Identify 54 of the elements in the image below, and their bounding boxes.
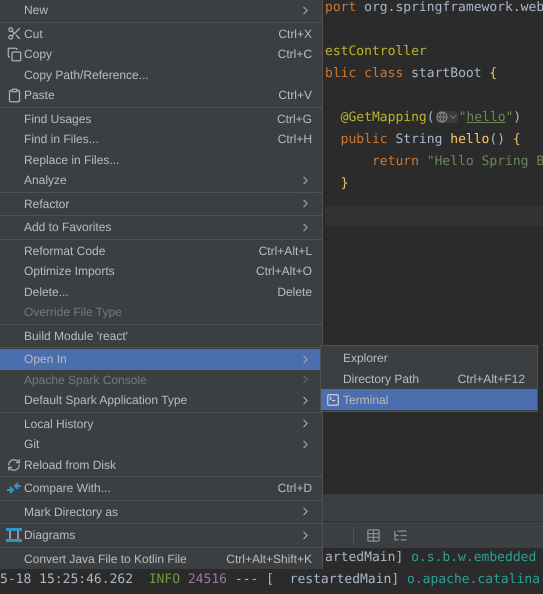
reload-icon — [7, 458, 21, 472]
shortcut-label: Ctrl+C — [278, 46, 312, 64]
shortcut-label: Ctrl+G — [276, 110, 312, 128]
console-line: 5-18 15:25:46.262 INFO 24516 --- [ restartedMain] o.apache.catalina — [0, 571, 542, 589]
menu-item[interactable]: Local History — [0, 414, 322, 434]
menu-item[interactable]: Compare With... Ctrl+D — [0, 478, 322, 498]
shortcut-label: Ctrl+X — [278, 26, 312, 43]
menu-item[interactable]: Analyze — [0, 170, 322, 190]
scissors-icon — [6, 26, 22, 42]
code-line: estController — [325, 43, 428, 61]
menu-item[interactable]: Add to Favorites — [0, 217, 322, 238]
copy-icon — [6, 46, 22, 62]
code-line: } — [340, 175, 350, 193]
menu-item[interactable]: Convert Java File to Kotlin File Ctrl+Alt+Shift+K — [0, 548, 322, 569]
menu-item[interactable]: Replace in Files... — [0, 150, 322, 170]
code-line: public String hello() { — [340, 131, 522, 149]
shortcut-label: Ctrl+Alt+F12 — [458, 370, 525, 388]
menu-item[interactable]: Reload from Disk — [0, 454, 322, 475]
menu-item[interactable]: Build Module 'react' — [0, 326, 322, 346]
shortcut-label: Ctrl+Alt+L — [258, 242, 312, 260]
shortcut-label: Delete — [277, 284, 312, 301]
list-icon[interactable] — [393, 528, 408, 542]
menu-item[interactable]: New — [0, 0, 322, 20]
submenu-item[interactable]: Directory Path Ctrl+Alt+F12 — [321, 368, 537, 389]
shortcut-label: Ctrl+H — [278, 131, 312, 148]
menu-item[interactable]: Git — [0, 434, 322, 454]
menu-item[interactable]: Mark Directory as — [0, 502, 322, 522]
menu-item[interactable]: Default Spark Application Type — [0, 390, 322, 410]
menu-item[interactable]: Find in Files... Ctrl+H — [0, 129, 322, 150]
compare-arrows-icon — [6, 480, 22, 496]
code-line: blic class startBoot { — [325, 65, 498, 83]
menu-item[interactable]: Copy Ctrl+C — [0, 44, 322, 64]
code-line: port org.springframework.web — [325, 0, 543, 17]
menu-item[interactable]: Refactor — [0, 194, 322, 214]
menu-item[interactable]: Optimize Imports Ctrl+Alt+O — [0, 261, 322, 282]
shortcut-label: Ctrl+D — [278, 480, 312, 498]
shortcut-label: Ctrl+Alt+Shift+K — [226, 550, 312, 568]
menu-item[interactable]: Diagrams — [0, 525, 322, 546]
shortcut-label: Ctrl+Alt+O — [256, 263, 312, 280]
menu-item[interactable]: Copy Path/Reference... — [0, 64, 322, 85]
menu-item[interactable]: Delete... Delete — [0, 282, 322, 302]
menu-item[interactable]: Paste Ctrl+V — [0, 85, 322, 106]
code-line: @GetMapping( "hello") — [340, 109, 522, 127]
shortcut-label: Ctrl+V — [278, 87, 312, 104]
table-icon[interactable] — [366, 528, 381, 542]
menu-item[interactable]: Reformat Code Ctrl+Alt+L — [0, 240, 322, 261]
menu-item[interactable]: Find Usages Ctrl+G — [0, 108, 322, 129]
terminal-icon — [326, 392, 340, 406]
globe-icon — [436, 111, 448, 124]
diagram-icon — [6, 528, 22, 542]
submenu-item[interactable]: Explorer — [321, 347, 537, 368]
console-line: artedMain] o.s.b.w.embedded — [324, 549, 538, 567]
menu-item[interactable]: Cut Ctrl+X — [0, 24, 322, 44]
clipboard-icon — [6, 88, 22, 103]
